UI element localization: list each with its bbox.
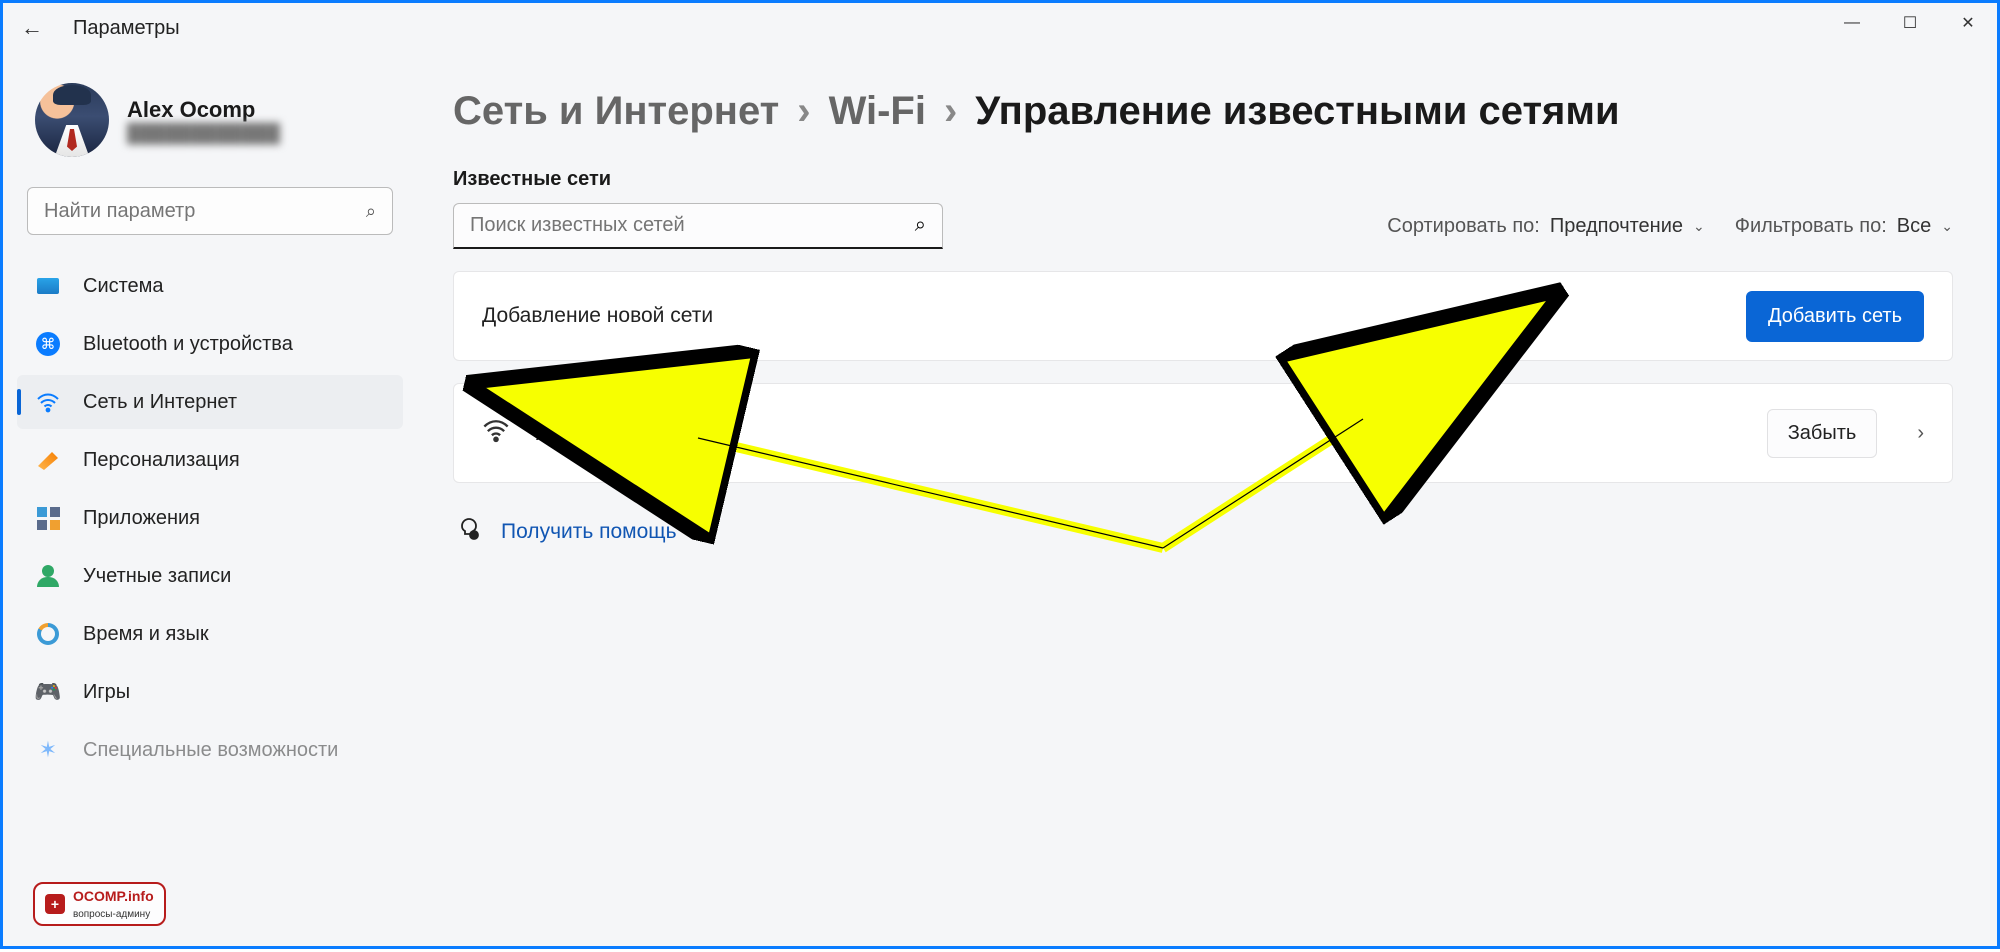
avatar [35,83,109,157]
forget-button[interactable]: Забыть [1767,409,1878,458]
sidebar-item-label: Система [83,275,164,298]
sidebar-item-label: Приложения [83,507,200,530]
sidebar-item-time-language[interactable]: Время и язык [17,607,403,661]
chevron-down-icon: ⌄ [1941,218,1953,235]
search-icon: ⌕ [366,201,376,222]
sidebar-item-personalization[interactable]: Персонализация [17,433,403,487]
known-networks-search[interactable]: ⌕ [453,203,943,249]
sidebar-item-network[interactable]: Сеть и Интернет [17,375,403,429]
maximize-button[interactable]: ☐ [1881,3,1939,43]
filter-dropdown[interactable]: Фильтровать по: Все ⌄ [1735,215,1953,238]
sidebar-item-label: Bluetooth и устройства [83,333,293,356]
add-network-button[interactable]: Добавить сеть [1746,291,1924,342]
back-button[interactable]: ← [21,15,43,41]
sidebar-item-gaming[interactable]: 🎮 Игры [17,665,403,719]
plus-icon: + [45,894,65,914]
page-title: Управление известными сетями [975,89,1619,134]
user-email: ████████████ [127,123,280,144]
settings-search[interactable]: ⌕ [27,187,393,235]
sidebar-item-apps[interactable]: Приложения [17,491,403,545]
breadcrumb-wifi[interactable]: Wi-Fi [829,89,926,134]
brush-icon [35,447,61,473]
sidebar-item-label: Время и язык [83,623,209,646]
sidebar-item-label: Сеть и Интернет [83,391,237,414]
section-label: Известные сети [453,168,1953,191]
sidebar-item-label: Учетные записи [83,565,231,588]
sort-value: Предпочтение [1550,215,1683,238]
clock-icon [35,621,61,647]
wifi-icon [35,389,61,415]
window-title: Параметры [73,17,180,40]
get-help-link[interactable]: Получить помощь [501,520,677,544]
sidebar-item-label: Игры [83,681,130,704]
search-icon: ⌕ [915,214,926,237]
user-name: Alex Ocomp [127,97,280,123]
accessibility-icon: ✶ [35,737,61,763]
breadcrumb-network[interactable]: Сеть и Интернет [453,89,779,134]
filter-label: Фильтровать по: [1735,215,1887,238]
sidebar-item-label: Специальные возможности [83,739,338,762]
bluetooth-icon: ⌘ [35,331,61,357]
sort-label: Сортировать по: [1387,215,1540,238]
sort-dropdown[interactable]: Сортировать по: Предпочтение ⌄ [1387,215,1704,238]
chevron-right-icon: › [944,89,957,134]
chevron-down-icon: ⌄ [1693,218,1705,235]
known-networks-search-input[interactable] [470,214,915,237]
gamepad-icon: 🎮 [35,679,61,705]
settings-search-input[interactable] [44,200,366,223]
close-button[interactable]: ✕ [1939,3,1997,43]
network-row[interactable]: Asus_████ Забыть › [482,384,1924,482]
system-icon [35,273,61,299]
watermark: + OCOMP.info вопросы-админу [33,882,166,926]
sidebar-item-accounts[interactable]: Учетные записи [17,549,403,603]
apps-icon [35,505,61,531]
help-icon: ? [457,517,481,547]
add-network-label: Добавление новой сети [482,304,1746,328]
chevron-right-icon[interactable]: › [1917,422,1924,445]
breadcrumb: Сеть и Интернет › Wi-Fi › Управление изв… [453,89,1953,134]
minimize-button[interactable]: — [1823,3,1881,43]
wifi-icon [482,416,510,451]
network-name: Asus_████ [536,420,660,446]
sidebar-item-accessibility[interactable]: ✶ Специальные возможности [17,723,403,777]
sidebar-item-label: Персонализация [83,449,240,472]
person-icon [35,563,61,589]
user-block[interactable]: Alex Ocomp ████████████ [17,73,403,187]
chevron-right-icon: › [797,89,810,134]
filter-value: Все [1897,215,1931,238]
sidebar-item-bluetooth[interactable]: ⌘ Bluetooth и устройства [17,317,403,371]
sidebar-item-system[interactable]: Система [17,259,403,313]
